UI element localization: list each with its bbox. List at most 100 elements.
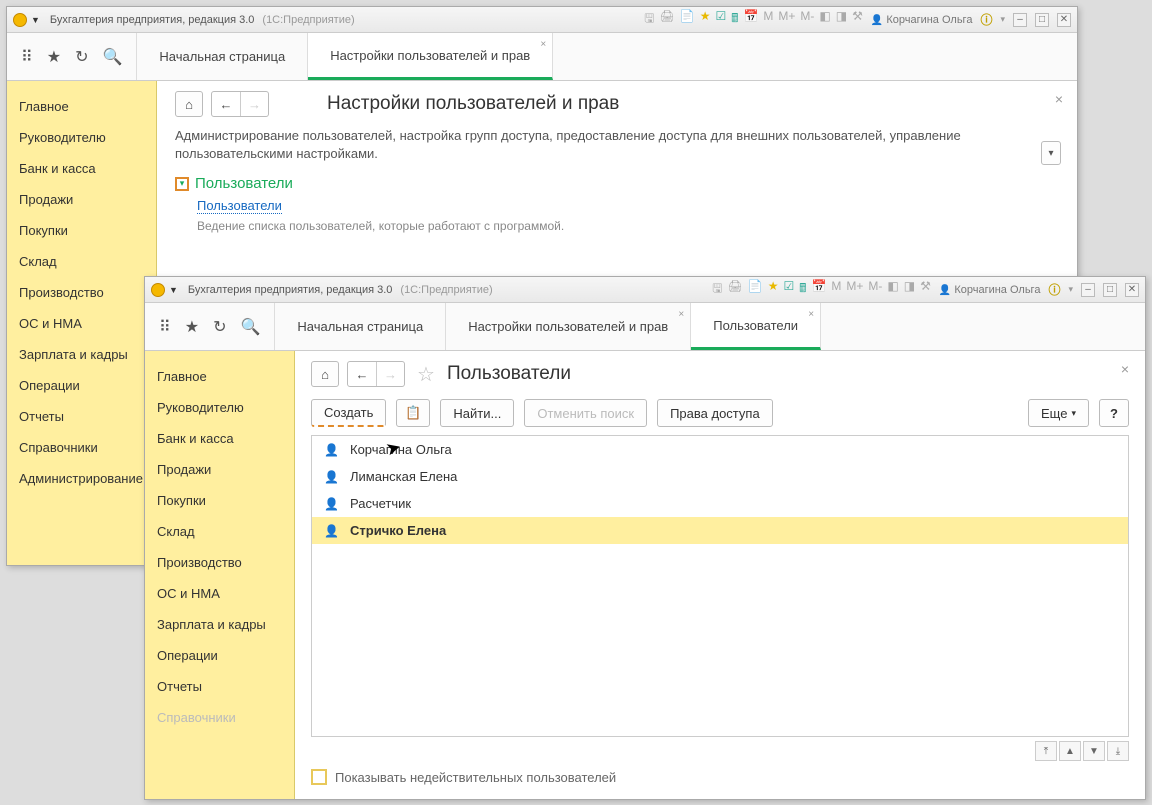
titlebar-tool-icons[interactable]: 🖫🖨📄 ★☑ 🖩📅 MM+M- ◧◨⚒ <box>712 279 931 300</box>
tab-close-icon[interactable]: × <box>808 309 814 320</box>
list-nav-arrows: ⤒ ▲ ▼ ⤓ <box>311 737 1129 761</box>
create-button[interactable]: Создать <box>311 399 386 427</box>
list-item[interactable]: 👤Лиманская Елена <box>312 463 1128 490</box>
app-icon <box>13 13 27 27</box>
tab-close-icon[interactable]: × <box>678 309 684 320</box>
back-icon: ← <box>348 362 376 386</box>
help-button[interactable]: ? <box>1099 399 1129 427</box>
history-icon[interactable]: ↻ <box>213 317 226 337</box>
sidebar-item[interactable]: Производство <box>145 547 294 578</box>
maximize-button[interactable]: □ <box>1035 13 1049 27</box>
section-title: Пользователи <box>195 175 293 192</box>
calendar-icon: 📅 <box>811 279 826 300</box>
page-title: Настройки пользователей и прав <box>327 93 619 115</box>
app-title: Бухгалтерия предприятия, редакция 3.0 <box>50 14 254 26</box>
close-page-icon[interactable]: × <box>1121 361 1129 377</box>
apps-icon[interactable]: ⠿ <box>159 317 171 337</box>
favorite-star-icon[interactable]: ☆ <box>417 362 435 387</box>
sidebar-item[interactable]: Администрирование <box>7 463 156 494</box>
search-icon[interactable]: 🔍 <box>102 47 122 67</box>
sidebar-item[interactable]: Главное <box>7 91 156 122</box>
sidebar-item[interactable]: Банк и касса <box>145 423 294 454</box>
calc-icon: 🖩 <box>799 279 806 300</box>
sidebar-item[interactable]: Зарплата и кадры <box>145 609 294 640</box>
favorite-icon[interactable]: ★ <box>185 317 199 337</box>
sidebar-item[interactable]: Зарплата и кадры <box>7 339 156 370</box>
info-icon[interactable]: ⓘ <box>980 11 992 28</box>
home-button[interactable]: ⌂ <box>311 361 339 387</box>
m-icon: M <box>763 9 773 30</box>
sidebar: Главное Руководителю Банк и касса Продаж… <box>7 81 157 565</box>
scroll-up-icon[interactable]: ▲ <box>1059 741 1081 761</box>
show-inactive-checkbox[interactable] <box>311 769 327 785</box>
user-list[interactable]: 👤Корчагина Ольга 👤Лиманская Елена 👤Расче… <box>311 435 1129 737</box>
sidebar-item[interactable]: Справочники <box>145 702 294 733</box>
tab-settings[interactable]: Настройки пользователей и прав× <box>308 33 553 80</box>
maximize-button[interactable]: □ <box>1103 283 1117 297</box>
sidebar-item[interactable]: Покупки <box>145 485 294 516</box>
list-item[interactable]: 👤Корчагина Ольга <box>312 436 1128 463</box>
search-icon[interactable]: 🔍 <box>240 317 260 337</box>
sidebar-item[interactable]: Операции <box>7 370 156 401</box>
sidebar-item[interactable]: Главное <box>145 361 294 392</box>
sidebar-item[interactable]: Руководителю <box>7 122 156 153</box>
user-icon: 👤 <box>324 524 338 538</box>
tab-users[interactable]: Пользователи× <box>691 303 821 350</box>
nav-back-forward[interactable]: ←→ <box>347 361 405 387</box>
sidebar-item[interactable]: Руководителю <box>145 392 294 423</box>
titlebar-tool-icons[interactable]: 🖫🖨📄 ★☑ 🖩📅 MM+M- ◧◨⚒ <box>644 9 863 30</box>
expand-button[interactable]: ▾ <box>1041 141 1061 165</box>
sidebar-item[interactable]: Отчеты <box>7 401 156 432</box>
app-menu-dropdown-icon[interactable]: ▼ <box>31 15 40 25</box>
scroll-bottom-icon[interactable]: ⤓ <box>1107 741 1129 761</box>
minimize-button[interactable]: – <box>1081 283 1095 297</box>
scroll-top-icon[interactable]: ⤒ <box>1035 741 1057 761</box>
cancel-find-button: Отменить поиск <box>524 399 647 427</box>
home-button[interactable]: ⌂ <box>175 91 203 117</box>
mplus-icon: M+ <box>778 9 795 30</box>
close-page-icon[interactable]: × <box>1055 91 1063 107</box>
close-button[interactable]: ✕ <box>1125 283 1139 297</box>
sidebar-item[interactable]: Покупки <box>7 215 156 246</box>
section-toggle-icon[interactable]: ▾ <box>175 177 189 191</box>
sidebar-item[interactable]: Производство <box>7 277 156 308</box>
history-icon[interactable]: ↻ <box>75 47 88 67</box>
sidebar-item[interactable]: Банк и касса <box>7 153 156 184</box>
tab-start[interactable]: Начальная страница <box>275 303 446 350</box>
rights-button[interactable]: Права доступа <box>657 399 773 427</box>
more-button[interactable]: Еще ▾ <box>1028 399 1089 427</box>
close-button[interactable]: ✕ <box>1057 13 1071 27</box>
find-button[interactable]: Найти... <box>440 399 514 427</box>
sidebar-item[interactable]: ОС и НМА <box>7 308 156 339</box>
favorite-icon[interactable]: ★ <box>47 47 61 67</box>
panel2-icon: ◨ <box>836 9 847 30</box>
apps-icon[interactable]: ⠿ <box>21 47 33 67</box>
sidebar-item[interactable]: Справочники <box>7 432 156 463</box>
user-icon: 👤 <box>324 497 338 511</box>
list-item[interactable]: 👤Расчетчик <box>312 490 1128 517</box>
tab-settings[interactable]: Настройки пользователей и прав× <box>446 303 691 350</box>
panel-icon: ◧ <box>819 9 830 30</box>
sidebar-item[interactable]: Склад <box>145 516 294 547</box>
sidebar-item[interactable]: Продажи <box>7 184 156 215</box>
tab-start[interactable]: Начальная страница <box>137 33 308 80</box>
info-icon[interactable]: ⓘ <box>1048 281 1060 298</box>
sidebar-item[interactable]: ОС и НМА <box>145 578 294 609</box>
users-link[interactable]: Пользователи <box>197 198 282 214</box>
minimize-button[interactable]: – <box>1013 13 1027 27</box>
app-title: Бухгалтерия предприятия, редакция 3.0 <box>188 284 392 296</box>
current-user[interactable]: Корчагина Ольга <box>939 284 1041 296</box>
sidebar: Главное Руководителю Банк и касса Продаж… <box>145 351 295 799</box>
current-user[interactable]: Корчагина Ольга <box>871 14 973 26</box>
nav-back-forward[interactable]: ←→ <box>211 91 269 117</box>
scroll-down-icon[interactable]: ▼ <box>1083 741 1105 761</box>
list-item-selected[interactable]: 👤Стричко Елена <box>312 517 1128 544</box>
create-folder-button[interactable]: 📋 <box>396 399 430 427</box>
app-menu-dropdown-icon[interactable]: ▼ <box>169 285 178 295</box>
star-icon: ★ <box>700 9 711 30</box>
sidebar-item[interactable]: Операции <box>145 640 294 671</box>
sidebar-item[interactable]: Склад <box>7 246 156 277</box>
tab-close-icon[interactable]: × <box>540 39 546 50</box>
sidebar-item[interactable]: Отчеты <box>145 671 294 702</box>
sidebar-item[interactable]: Продажи <box>145 454 294 485</box>
